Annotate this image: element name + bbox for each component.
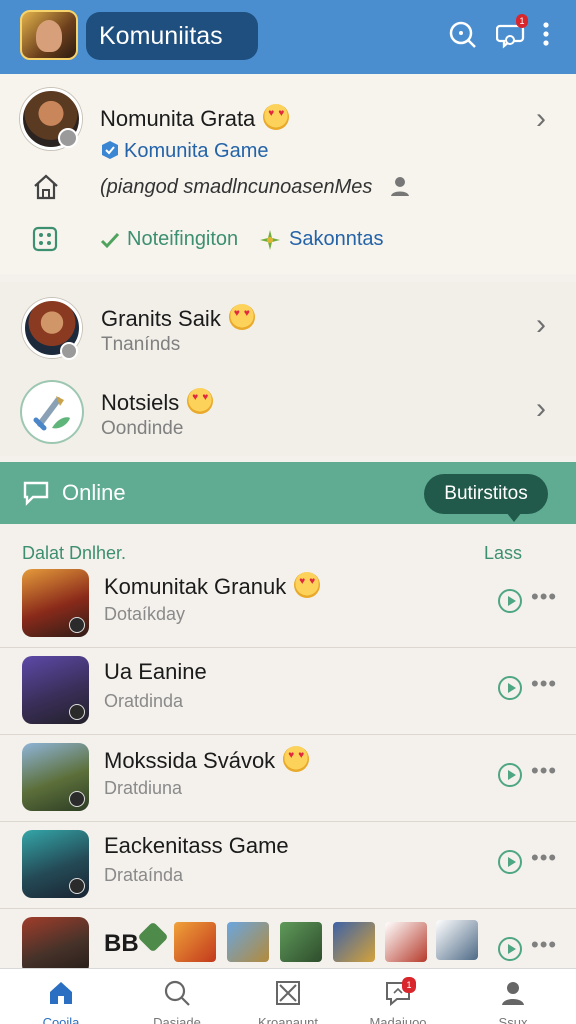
heart-eyes-emoji-icon: [263, 104, 290, 130]
game-sticker-icon: [174, 922, 216, 962]
heart-eyes-emoji-icon: [294, 572, 321, 598]
nav-home[interactable]: Cooila: [13, 969, 109, 1024]
list-action[interactable]: Lass: [484, 543, 522, 564]
chevron-right-icon[interactable]: ›: [536, 308, 546, 342]
game-sub: Dotaíkday: [104, 604, 186, 624]
more-horizontal-icon[interactable]: •••: [531, 845, 557, 871]
play-icon[interactable]: [498, 589, 522, 613]
verified-label[interactable]: Komunita Game: [124, 140, 269, 163]
game-row[interactable]: Ua Eanine Oratdinda •••: [0, 649, 576, 735]
home-icon: [31, 172, 61, 207]
person-icon: [388, 174, 412, 203]
more-vertical-icon[interactable]: [538, 20, 568, 50]
contact-sub: Oondinde: [101, 418, 184, 439]
chat-notification-icon[interactable]: 1: [495, 14, 528, 50]
game-title: Eackenitass Game: [104, 833, 289, 858]
heart-eyes-emoji-icon: [228, 304, 255, 330]
check-icon: [99, 229, 121, 256]
more-horizontal-icon[interactable]: •••: [531, 932, 557, 958]
play-icon[interactable]: [498, 763, 522, 787]
online-action-button[interactable]: Butirstitos: [424, 474, 548, 514]
game-row[interactable]: Mokssida Svávok Dratdiuna •••: [0, 736, 576, 822]
game-thumbnail: [22, 569, 89, 637]
notification-badge: 1: [402, 977, 416, 993]
nav-profile[interactable]: Ssux: [465, 969, 561, 1024]
game-sub: Dratdiuna: [104, 778, 183, 798]
tooltip-pointer: [506, 512, 522, 522]
chat-bubble-icon: [22, 480, 50, 511]
nav-label: Dasiade: [153, 1015, 201, 1024]
profile-card[interactable]: Nomunita Grata › Komunita Game (piangod …: [0, 74, 576, 274]
search-icon[interactable]: [448, 20, 478, 50]
game-title: Ua Eanine: [104, 659, 207, 684]
profile-name: Nomunita Grata: [100, 104, 290, 132]
game-title: Komunitak Granuk: [104, 572, 321, 600]
game-sub: Drataínda: [104, 865, 184, 885]
nav-label: Kroanaunt: [258, 1015, 318, 1024]
play-icon[interactable]: [498, 850, 522, 874]
chevron-right-icon[interactable]: ›: [536, 102, 546, 136]
home-icon: [50, 982, 72, 1004]
nav-close-box[interactable]: Kroanaunt: [240, 969, 336, 1024]
list-title: Dalat Dnlher.: [22, 543, 127, 563]
contact-sub: Tnanínds: [101, 334, 181, 355]
game-sticker-icon: [333, 922, 375, 962]
nav-search[interactable]: Dasiade: [129, 969, 225, 1024]
settings-label[interactable]: Sakonntas: [289, 228, 384, 251]
online-banner: Online Butirstitos: [0, 462, 576, 524]
status-text: (piangod smadlncunoasenMes: [100, 176, 373, 198]
online-label: Online: [62, 480, 126, 505]
app-title[interactable]: Komuniitas: [86, 12, 258, 60]
notification-badge: 1: [516, 14, 528, 28]
nav-label: Madaiuoo: [369, 1015, 427, 1024]
game-sticker-icon: [137, 921, 169, 953]
chevron-right-icon[interactable]: ›: [536, 392, 546, 426]
game-sticker-icon: [385, 922, 427, 962]
heart-eyes-emoji-icon: [187, 388, 214, 414]
game-sub: Oratdinda: [104, 691, 184, 711]
game-thumbnail: [22, 656, 89, 724]
game-thumbnail: [22, 917, 89, 975]
nav-label: Ssux: [498, 1015, 528, 1024]
game-title: BB: [104, 930, 139, 957]
nav-label: Cooila: [42, 1015, 80, 1024]
contact-name: Notsiels: [101, 388, 214, 416]
notification-label[interactable]: Noteifingiton: [127, 228, 238, 251]
game-thumbnail: [22, 743, 89, 811]
play-icon[interactable]: [498, 937, 522, 961]
avatar-status-badge: [60, 342, 78, 360]
dice-icon: [32, 226, 58, 257]
profile-icon: [502, 982, 524, 1005]
game-sticker-icon: [280, 922, 322, 962]
sparkle-icon: [258, 228, 282, 257]
game-sticker-icon: [436, 920, 478, 960]
contact-name: Granits Saik: [101, 304, 255, 332]
game-row[interactable]: BB •••: [0, 910, 576, 975]
contacts-section: Granits Saik Tnanínds › Notsiels Oondind…: [0, 282, 576, 456]
game-row[interactable]: Eackenitass Game Drataínda •••: [0, 823, 576, 909]
game-row[interactable]: Komunitak Granuk Dotaíkday •••: [0, 562, 576, 648]
game-title: Mokssida Svávok: [104, 746, 310, 774]
verified-badge-icon: [100, 140, 120, 165]
heart-eyes-emoji-icon: [283, 746, 310, 772]
bottom-navigation: Cooila Dasiade Kroanaunt 1 Madaiuoo Ssux: [0, 968, 576, 1024]
more-horizontal-icon[interactable]: •••: [531, 758, 557, 784]
search-icon: [164, 980, 190, 1006]
avatar-status-badge: [58, 128, 78, 148]
user-avatar[interactable]: [20, 10, 78, 60]
tools-avatar-icon: [22, 382, 82, 442]
top-app-bar: Komuniitas 1: [0, 0, 576, 74]
close-box-icon: [276, 981, 300, 1005]
more-horizontal-icon[interactable]: •••: [531, 584, 557, 610]
more-horizontal-icon[interactable]: •••: [531, 671, 557, 697]
game-thumbnail: [22, 830, 89, 898]
game-sticker-icon: [227, 922, 269, 962]
play-icon[interactable]: [498, 676, 522, 700]
nav-messages[interactable]: 1 Madaiuoo: [350, 969, 446, 1024]
